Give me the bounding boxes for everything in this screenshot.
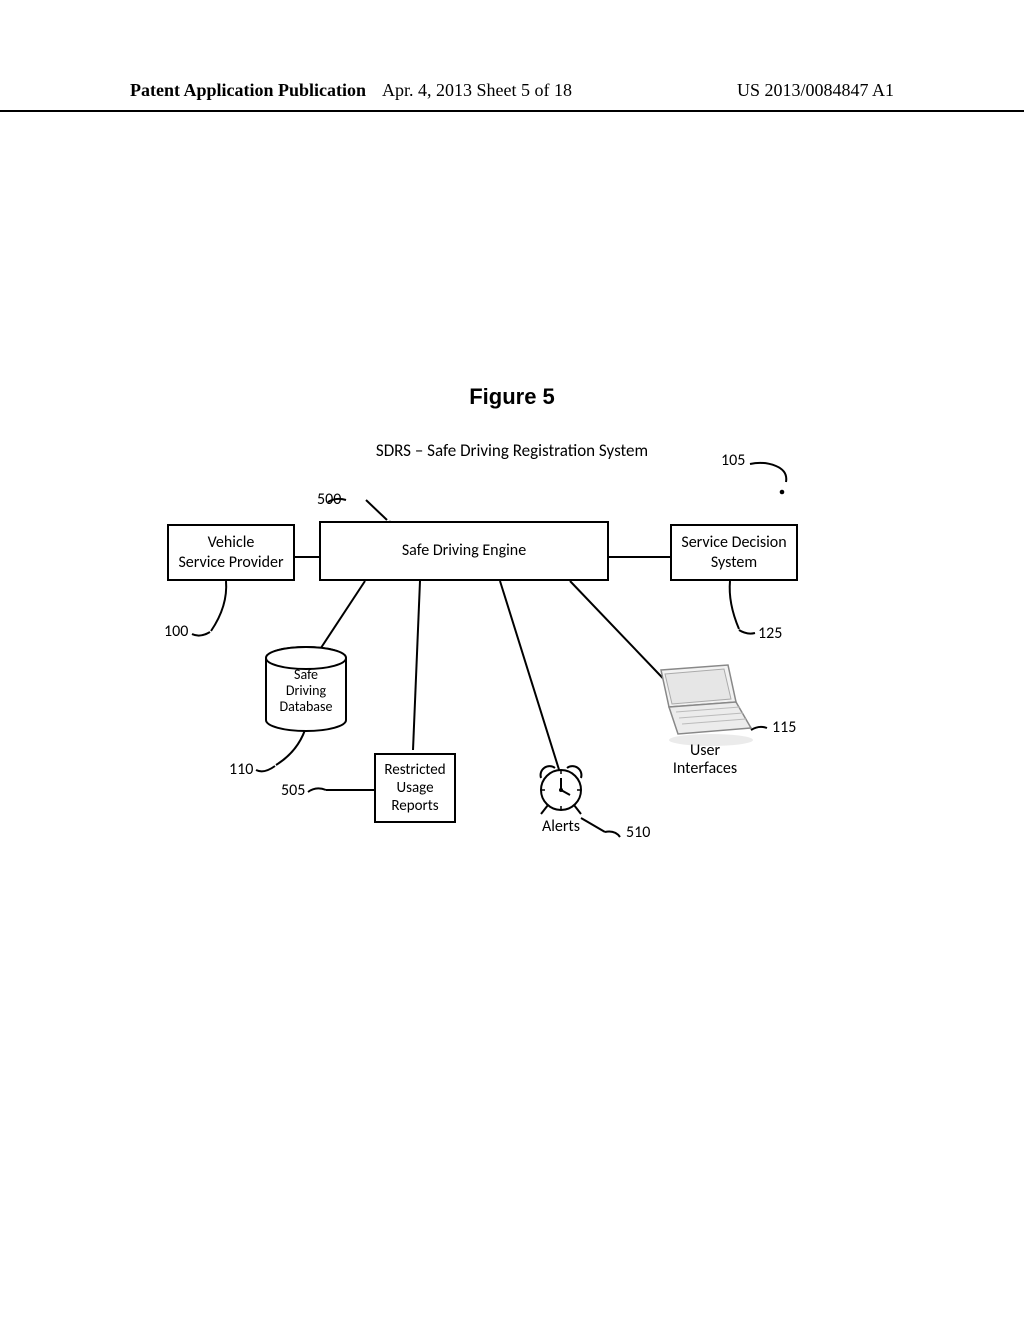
- vehicle-service-provider-box: VehicleService Provider: [167, 524, 295, 581]
- ref-100: 100: [164, 622, 188, 641]
- ref-110: 110: [229, 760, 253, 779]
- ref-105: 105: [721, 451, 745, 470]
- database-label: SafeDrivingDatabase: [276, 667, 336, 715]
- user-interfaces-label: UserInterfaces: [665, 742, 745, 779]
- restricted-usage-reports-box: RestrictedUsageReports: [374, 753, 456, 823]
- ref-505: 505: [281, 781, 305, 800]
- restricted-usage-reports-label: RestrictedUsageReports: [384, 761, 445, 815]
- safe-driving-engine-box: Safe Driving Engine: [319, 521, 609, 581]
- laptop-icon: [661, 665, 753, 746]
- alerts-label: Alerts: [535, 818, 587, 836]
- diagram-canvas: VehicleService Provider Safe Driving Eng…: [0, 0, 1024, 1320]
- connector-lines: [0, 0, 1024, 1320]
- ref-115: 115: [772, 718, 796, 737]
- ref-500: 500: [317, 490, 341, 509]
- ref-125: 125: [758, 624, 782, 643]
- vehicle-service-provider-label: VehicleService Provider: [178, 533, 283, 571]
- alarm-clock-icon: [541, 766, 582, 814]
- safe-driving-engine-label: Safe Driving Engine: [402, 541, 526, 560]
- ref-510: 510: [626, 823, 650, 842]
- service-decision-system-label: Service DecisionSystem: [681, 533, 786, 571]
- service-decision-system-box: Service DecisionSystem: [670, 524, 798, 581]
